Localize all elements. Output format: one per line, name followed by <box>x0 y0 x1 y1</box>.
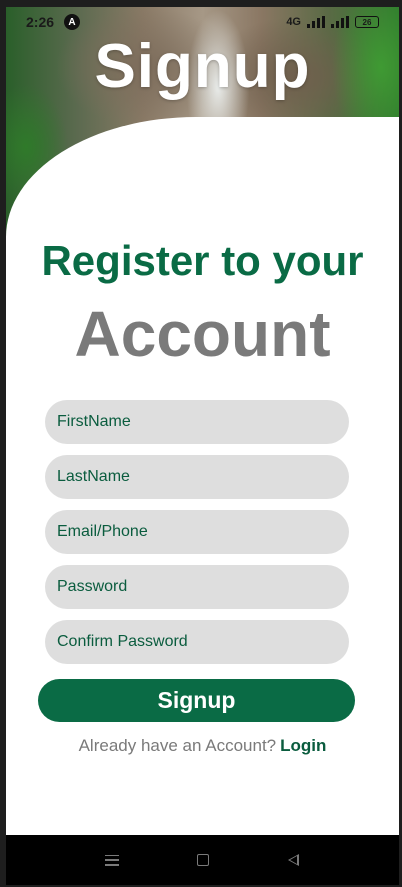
back-icon[interactable] <box>282 848 306 872</box>
form-subheadline: Account <box>74 298 331 370</box>
network-type: 4G <box>286 16 301 28</box>
login-prompt-line: Already have an Account? Login <box>6 736 399 756</box>
signal-icon <box>307 16 325 28</box>
menu-icon[interactable] <box>100 848 124 872</box>
password-input[interactable] <box>45 565 349 609</box>
home-icon[interactable] <box>191 848 215 872</box>
battery-icon: 26 <box>355 16 379 28</box>
login-link[interactable]: Login <box>280 736 326 755</box>
notification-app-icon: A <box>64 14 81 30</box>
phone-frame: 2:26 A 4G 26 Signup Register to your Acc… <box>0 0 402 887</box>
form-headline: Register to your <box>41 237 364 284</box>
login-prompt-text: Already have an Account? <box>78 736 277 755</box>
last-name-input[interactable] <box>45 455 349 499</box>
status-time: 2:26 <box>26 14 55 30</box>
system-nav-bar <box>6 835 399 885</box>
email-phone-input[interactable] <box>45 510 349 554</box>
app-screen: 2:26 A 4G 26 Signup Register to your Acc… <box>6 7 399 885</box>
signal-icon-2 <box>331 16 349 28</box>
confirm-password-input[interactable] <box>45 620 349 664</box>
status-indicators: 4G 26 <box>286 16 379 28</box>
signup-button[interactable]: Signup <box>38 679 355 722</box>
first-name-input[interactable] <box>45 400 349 444</box>
page-title: Signup <box>94 32 311 101</box>
